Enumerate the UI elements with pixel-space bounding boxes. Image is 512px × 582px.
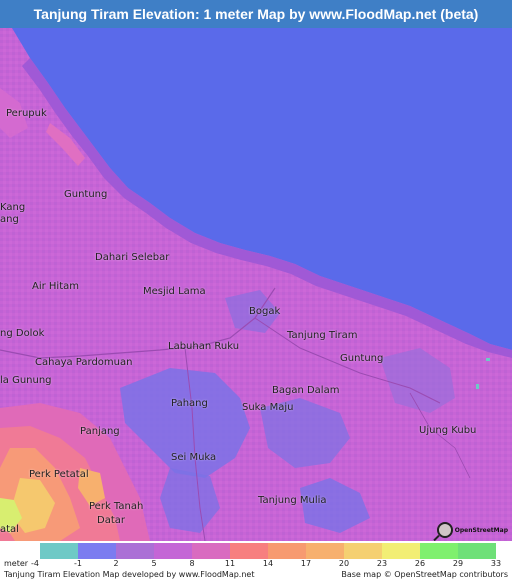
place-label: atal — [0, 524, 19, 535]
legend-tick-label: 26 — [414, 559, 426, 568]
legend-tick-label: 11 — [224, 559, 236, 568]
place-label: Kang — [0, 202, 26, 213]
place-label: Dahari Selebar — [95, 252, 170, 263]
legend-tick-label: 17 — [300, 559, 312, 568]
legend-swatch — [382, 543, 420, 559]
legend-tick-label: 23 — [376, 559, 388, 568]
legend-unit-label: meter — [4, 559, 29, 568]
legend-swatch — [306, 543, 344, 559]
legend-tick-label: 29 — [452, 559, 464, 568]
place-label: Sei Muka — [171, 452, 217, 463]
place-label: Ujung Kubu — [419, 425, 477, 436]
place-label: Air Hitam — [32, 281, 79, 292]
place-label: Pahang — [171, 398, 208, 409]
place-label: Labuhan Ruku — [168, 341, 240, 352]
legend-tick-label: -4 — [31, 559, 39, 568]
legend-swatch — [420, 543, 458, 559]
legend-tick-label: 5 — [151, 559, 157, 568]
place-label: Datar — [97, 515, 125, 526]
magnifier-icon — [436, 522, 453, 538]
legend-tick-label: 33 — [490, 559, 502, 568]
elevation-map[interactable]: Perupuk Guntung Kang ang Dahari Selebar … — [0, 28, 512, 541]
map-title: Tanjung Tiram Elevation: 1 meter Map by … — [0, 0, 512, 28]
legend-swatch — [192, 543, 230, 559]
legend-swatch — [230, 543, 268, 559]
legend-swatches — [40, 543, 496, 559]
place-label: Suka Maju — [242, 402, 294, 413]
place-label: Guntung — [340, 353, 384, 364]
place-label: Guntung — [64, 189, 108, 200]
place-label: Tanjung Mulia — [258, 495, 327, 506]
legend-swatch — [458, 543, 496, 559]
legend-swatch — [40, 543, 78, 559]
legend-tick-label: 8 — [189, 559, 195, 568]
place-label: Perk Tanah — [89, 501, 144, 512]
legend-swatch — [268, 543, 306, 559]
footer: Tanjung Tiram Elevation Map developed by… — [0, 570, 512, 582]
place-label: Panjang — [80, 426, 120, 437]
place-label: Perk Petatal — [29, 469, 89, 480]
legend-swatch — [116, 543, 154, 559]
legend-tick-label: -1 — [74, 559, 82, 568]
legend-tick-label: 14 — [262, 559, 274, 568]
legend-swatch — [344, 543, 382, 559]
place-label: Cahaya Pardomuan — [35, 357, 133, 368]
place-label: Bagan Dalam — [272, 385, 340, 396]
place-label: la Gunung — [0, 375, 52, 386]
footer-basemap-credit: Base map © OpenStreetMap contributors — [341, 570, 508, 579]
place-label: Tanjung Tiram — [287, 330, 358, 341]
place-label: Mesjid Lama — [143, 286, 206, 297]
place-label: Bogak — [249, 306, 281, 317]
legend-tick-label: 2 — [113, 559, 119, 568]
legend-swatch — [154, 543, 192, 559]
elevation-legend: meter -4 -1 2 5 8 11 14 17 20 23 26 29 33 — [0, 543, 512, 569]
osm-logo[interactable]: OpenStreetMap — [436, 522, 508, 538]
osm-logo-text: OpenStreetMap — [454, 526, 508, 534]
footer-credit: Tanjung Tiram Elevation Map developed by… — [4, 570, 255, 579]
place-label: Perupuk — [6, 108, 47, 119]
place-label: ng Dolok — [0, 328, 45, 339]
legend-swatch — [78, 543, 116, 559]
place-label: ang — [0, 214, 19, 225]
legend-tick-label: 20 — [338, 559, 350, 568]
